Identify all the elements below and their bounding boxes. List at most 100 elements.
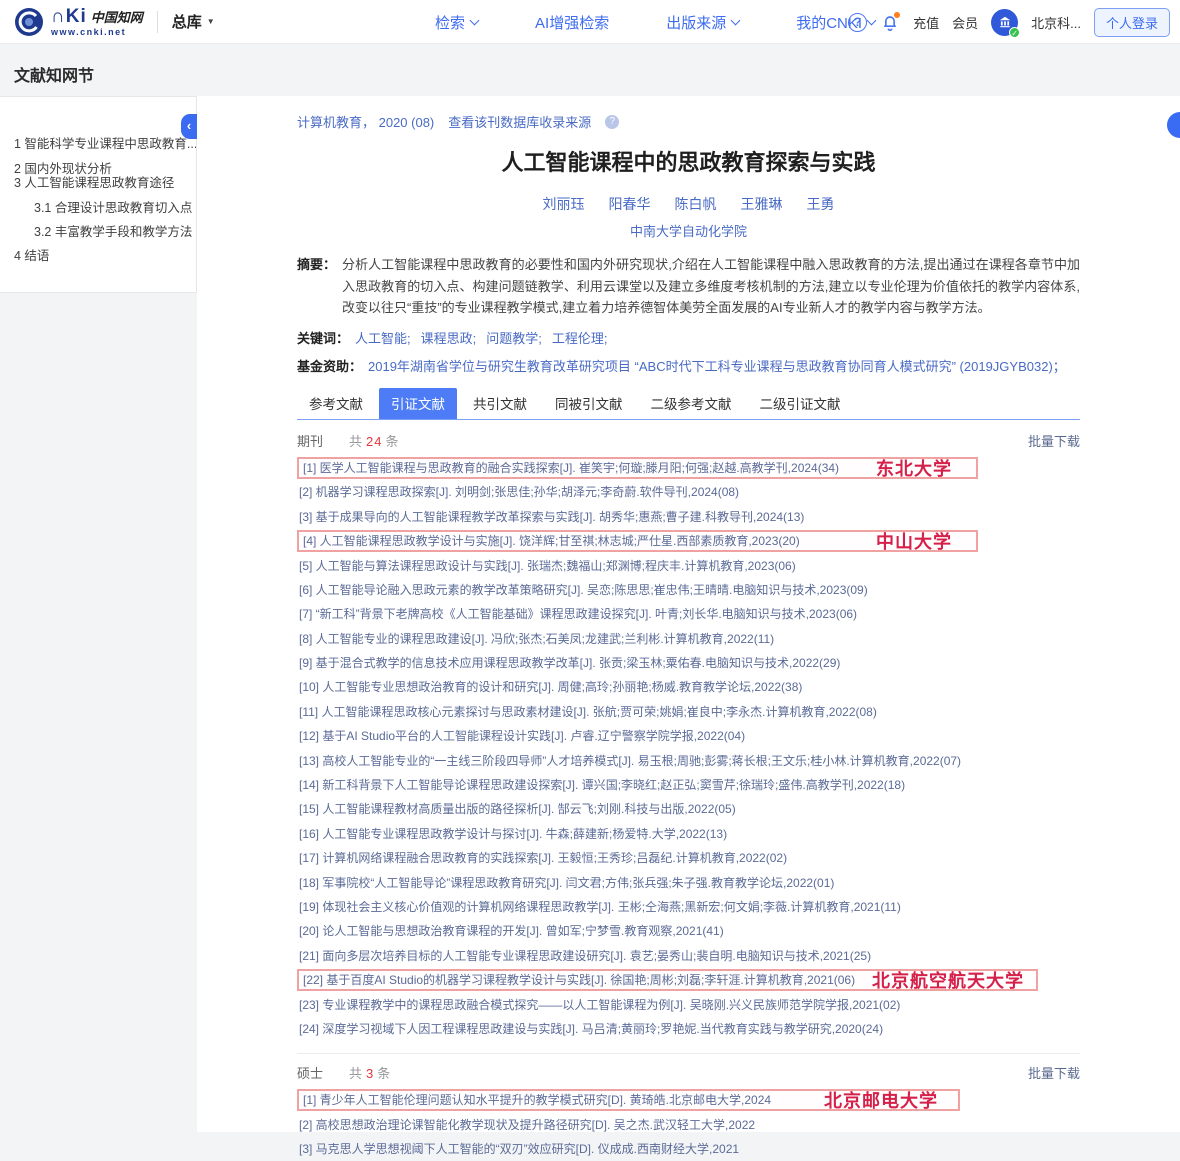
outline-item[interactable]: 2 国内外现状分析 bbox=[0, 162, 196, 176]
citation-text[interactable]: [8] 人工智能专业的课程思政建设[J]. 冯欣;张杰;石美凤;龙建武;兰利彬.… bbox=[299, 630, 774, 647]
citation-text[interactable]: [23] 专业课程教学中的课程思政融合模式探究——以人工智能课程为例[J]. 吴… bbox=[299, 996, 900, 1013]
citation-item[interactable]: [24] 深度学习视域下人因工程课程思政建设与实践[J]. 马吕清;黄丽玲;罗艳… bbox=[297, 1016, 1080, 1040]
citation-item[interactable]: [19] 体现社会主义核心价值观的计算机网络课程思政教学[J]. 王彬;仝海燕;… bbox=[297, 894, 1080, 918]
citation-item[interactable]: [9] 基于混合式教学的信息技术应用课程思政教学改革[J]. 张贡;梁玉林;粟佑… bbox=[297, 650, 1080, 674]
citation-item[interactable]: [6] 人工智能导论融入思政元素的教学改革策略研究[J]. 吴恋;陈思思;崔忠伟… bbox=[297, 577, 1080, 601]
keyword-link[interactable]: 问题教学; bbox=[486, 328, 542, 347]
count-number: 3 bbox=[366, 1066, 374, 1081]
citation-item[interactable]: [13] 高校人工智能专业的“一主线三阶段四导师”人才培养模式[J]. 易玉根;… bbox=[297, 748, 1080, 772]
citation-text[interactable]: [10] 人工智能专业思想政治教育的设计和研究[J]. 周健;高玲;孙丽艳;杨威… bbox=[299, 678, 802, 695]
outline-item[interactable]: 3.1 合理设计思政教育切入点 bbox=[0, 201, 196, 215]
journal-link[interactable]: 计算机教育， 2020 (08) bbox=[297, 112, 434, 131]
nav-menu-item[interactable]: 出版来源 bbox=[666, 12, 739, 33]
citation-item[interactable]: [20] 论人工智能与思想政治教育课程的开发[J]. 曾如军;宁梦雪.教育观察,… bbox=[297, 919, 1080, 943]
citation-item[interactable]: [2] 机器学习课程思政探索[J]. 刘明剑;张思佳;孙华;胡泽元;李奇蔚.软件… bbox=[297, 480, 1080, 504]
citation-item[interactable]: [1] 青少年人工智能伦理问题认知水平提升的教学模式研究[D]. 黄琦皓.北京邮… bbox=[297, 1089, 960, 1111]
citation-text[interactable]: [5] 人工智能与算法课程思政设计与实践[J]. 张瑞杰;魏福山;郑渊博;程庆丰… bbox=[299, 557, 796, 574]
citation-item[interactable]: [12] 基于AI Studio平台的人工智能课程设计实践[J]. 卢睿.辽宁警… bbox=[297, 724, 1080, 748]
author-link[interactable]: 王勇 bbox=[807, 194, 835, 214]
batch-download-link[interactable]: 批量下载 bbox=[1028, 431, 1080, 450]
outline-item[interactable]: 3.2 丰富教学手段和教学方法 bbox=[0, 225, 196, 239]
citation-text[interactable]: [2] 高校思想政治理论课智能化教学现状及提升路径研究[D]. 吴之杰.武汉轻工… bbox=[299, 1116, 755, 1133]
citation-item[interactable]: [11] 人工智能课程思政核心元素探讨与思政素材建设[J]. 张航;贾可荣;姚娟… bbox=[297, 699, 1080, 723]
citation-text[interactable]: [13] 高校人工智能专业的“一主线三阶段四导师”人才培养模式[J]. 易玉根;… bbox=[299, 752, 961, 769]
keyword-link[interactable]: 课程思政; bbox=[421, 328, 477, 347]
author-link[interactable]: 刘丽珏 bbox=[543, 194, 585, 214]
batch-download-link[interactable]: 批量下载 bbox=[1028, 1063, 1080, 1082]
citation-item[interactable]: [21] 面向多层次培养目标的人工智能专业课程思政建设研究[J]. 袁艺;晏秀山… bbox=[297, 943, 1080, 967]
citation-text[interactable]: [15] 人工智能课程教材高质量出版的路径探析[J]. 郜云飞;刘刚.科技与出版… bbox=[299, 800, 736, 817]
citation-tab[interactable]: 引证文献 bbox=[379, 388, 457, 419]
help-icon[interactable]: ? bbox=[848, 13, 867, 32]
citation-text[interactable]: [17] 计算机网络课程融合思政教育的实践探索[J]. 王毅恒;王秀珍;吕磊纪.… bbox=[299, 849, 787, 866]
citation-text[interactable]: [24] 深度学习视域下人因工程课程思政建设与实践[J]. 马吕清;黄丽玲;罗艳… bbox=[299, 1020, 883, 1037]
outline-item[interactable]: 4 结语 bbox=[0, 249, 196, 263]
citation-text[interactable]: [14] 新工科背景下人工智能导论课程思政建设探索[J]. 谭兴国;李晓红;赵正… bbox=[299, 776, 905, 793]
citation-text[interactable]: [3] 马克思人学思想视阈下人工智能的“双刃”效应研究[D]. 仪成成.西南财经… bbox=[299, 1140, 739, 1157]
brand-latin: ∩Ki bbox=[51, 7, 87, 26]
citation-item[interactable]: [7] “新工科”背景下老牌高校《人工智能基础》课程思政建设探究[J]. 叶青;… bbox=[297, 602, 1080, 626]
citation-tab[interactable]: 二级引证文献 bbox=[748, 388, 853, 419]
personal-login-button[interactable]: 个人登录 bbox=[1094, 8, 1170, 37]
citation-item[interactable]: [16] 人工智能专业课程思政教学设计与探讨[J]. 牛森;薛建新;杨爱特.大学… bbox=[297, 821, 1080, 845]
cnki-logo[interactable]: ∩Ki 中国知网 www.cnki.net bbox=[14, 7, 143, 37]
author-link[interactable]: 阳春华 bbox=[609, 194, 651, 214]
citation-text[interactable]: [21] 面向多层次培养目标的人工智能专业课程思政建设研究[J]. 袁艺;晏秀山… bbox=[299, 947, 871, 964]
citation-tab[interactable]: 共引文献 bbox=[461, 388, 539, 419]
outline-item[interactable]: 3 人工智能课程思政教育途径 bbox=[0, 176, 196, 190]
citation-item[interactable]: [3] 马克思人学思想视阈下人工智能的“双刃”效应研究[D]. 仪成成.西南财经… bbox=[297, 1136, 1080, 1160]
citation-item[interactable]: [14] 新工科背景下人工智能导论课程思政建设探索[J]. 谭兴国;李晓红;赵正… bbox=[297, 772, 1080, 796]
institution-avatar[interactable]: ✓ bbox=[991, 9, 1018, 36]
outline-item[interactable]: 1 智能科学专业课程中思政教育... bbox=[0, 137, 196, 151]
citation-text[interactable]: [18] 军事院校“人工智能导论”课程思政教育研究[J]. 闫文君;方伟;张兵强… bbox=[299, 874, 834, 891]
citation-text[interactable]: [2] 机器学习课程思政探索[J]. 刘明剑;张思佳;孙华;胡泽元;李奇蔚.软件… bbox=[299, 483, 739, 500]
citation-item[interactable]: [4] 人工智能课程思政教学设计与实施[J]. 饶洋辉;甘至祺;林志城;严仕星.… bbox=[297, 530, 978, 552]
citation-item[interactable]: [23] 专业课程教学中的课程思政融合模式探究——以人工智能课程为例[J]. 吴… bbox=[297, 992, 1080, 1016]
author-link[interactable]: 王雅琳 bbox=[741, 194, 783, 214]
citation-text[interactable]: [3] 基于成果导向的人工智能课程教学改革探索与实践[J]. 胡秀华;惠燕;曹子… bbox=[299, 508, 804, 525]
fund-link[interactable]: 2019年湖南省学位与研究生教育改革研究项目 “ABC时代下工科专业课程与思政教… bbox=[368, 356, 1066, 375]
citation-item[interactable]: [8] 人工智能专业的课程思政建设[J]. 冯欣;张杰;石美凤;龙建武;兰利彬.… bbox=[297, 626, 1080, 650]
citation-text[interactable]: [1] 医学人工智能课程与思政教育的融合实践探索[J]. 崔笑宇;何璇;滕月阳;… bbox=[303, 459, 839, 476]
citation-text[interactable]: [6] 人工智能导论融入思政元素的教学改革策略研究[J]. 吴恋;陈思思;崔忠伟… bbox=[299, 581, 868, 598]
sidebar-collapse-button[interactable]: ‹ bbox=[181, 114, 197, 139]
notification-bell-icon[interactable] bbox=[880, 12, 900, 32]
source-help-icon[interactable]: ? bbox=[605, 115, 619, 129]
citation-tab[interactable]: 参考文献 bbox=[297, 388, 375, 419]
citation-text[interactable]: [16] 人工智能专业课程思政教学设计与探讨[J]. 牛森;薛建新;杨爱特.大学… bbox=[299, 825, 727, 842]
citation-text[interactable]: [7] “新工科”背景下老牌高校《人工智能基础》课程思政建设探究[J]. 叶青;… bbox=[299, 605, 857, 622]
masters-section-header: 硕士 共3条 批量下载 bbox=[297, 1063, 1080, 1082]
affiliation-link[interactable]: 中南大学自动化学院 bbox=[297, 221, 1080, 240]
citation-tab[interactable]: 二级参考文献 bbox=[639, 388, 744, 419]
author-link[interactable]: 陈白帆 bbox=[675, 194, 717, 214]
citation-text[interactable]: [20] 论人工智能与思想政治教育课程的开发[J]. 曾如军;宁梦雪.教育观察,… bbox=[299, 922, 724, 939]
citation-text[interactable]: [1] 青少年人工智能伦理问题认知水平提升的教学模式研究[D]. 黄琦皓.北京邮… bbox=[303, 1091, 771, 1108]
keyword-link[interactable]: 人工智能; bbox=[355, 328, 411, 347]
citation-text[interactable]: [9] 基于混合式教学的信息技术应用课程思政教学改革[J]. 张贡;梁玉林;粟佑… bbox=[299, 654, 840, 671]
nav-menu-item[interactable]: AI增强检索 bbox=[535, 12, 609, 33]
citation-item[interactable]: [15] 人工智能课程教材高质量出版的路径探析[J]. 郜云飞;刘刚.科技与出版… bbox=[297, 797, 1080, 821]
citation-item[interactable]: [10] 人工智能专业思想政治教育的设计和研究[J]. 周健;高玲;孙丽艳;杨威… bbox=[297, 675, 1080, 699]
recharge-link[interactable]: 充值 bbox=[913, 13, 939, 32]
citation-item[interactable]: [18] 军事院校“人工智能导论”课程思政教育研究[J]. 闫文君;方伟;张兵强… bbox=[297, 870, 1080, 894]
institution-name[interactable]: 北京科... bbox=[1031, 13, 1081, 32]
citation-item[interactable]: [22] 基于百度AI Studio的机器学习课程教学设计与实践[J]. 徐国艳… bbox=[297, 969, 1038, 991]
citation-text[interactable]: [19] 体现社会主义核心价值观的计算机网络课程思政教学[J]. 王彬;仝海燕;… bbox=[299, 898, 901, 915]
cnki-globe-icon bbox=[14, 7, 44, 37]
citation-item[interactable]: [17] 计算机网络课程融合思政教育的实践探索[J]. 王毅恒;王秀珍;吕磊纪.… bbox=[297, 846, 1080, 870]
citation-item[interactable]: [5] 人工智能与算法课程思政设计与实践[J]. 张瑞杰;魏福山;郑渊博;程庆丰… bbox=[297, 553, 1080, 577]
library-dropdown[interactable]: 总库 ▼ bbox=[172, 11, 215, 32]
citation-text[interactable]: [11] 人工智能课程思政核心元素探讨与思政素材建设[J]. 张航;贾可荣;姚娟… bbox=[299, 703, 877, 720]
member-link[interactable]: 会员 bbox=[952, 13, 978, 32]
nav-menu-item[interactable]: 检索 bbox=[435, 12, 478, 33]
citation-item[interactable]: [1] 医学人工智能课程与思政教育的融合实践探索[J]. 崔笑宇;何璇;滕月阳;… bbox=[297, 457, 978, 479]
citation-text[interactable]: [12] 基于AI Studio平台的人工智能课程设计实践[J]. 卢睿.辽宁警… bbox=[299, 727, 745, 744]
citation-text[interactable]: [22] 基于百度AI Studio的机器学习课程教学设计与实践[J]. 徐国艳… bbox=[303, 971, 855, 988]
section-divider bbox=[297, 1053, 1080, 1054]
citation-tab[interactable]: 同被引文献 bbox=[543, 388, 635, 419]
citation-item[interactable]: [3] 基于成果导向的人工智能课程教学改革探索与实践[J]. 胡秀华;惠燕;曹子… bbox=[297, 504, 1080, 528]
citation-item[interactable]: [2] 高校思想政治理论课智能化教学现状及提升路径研究[D]. 吴之杰.武汉轻工… bbox=[297, 1112, 1080, 1136]
citation-text[interactable]: [4] 人工智能课程思政教学设计与实施[J]. 饶洋辉;甘至祺;林志城;严仕星.… bbox=[303, 532, 800, 549]
keyword-link[interactable]: 工程伦理; bbox=[552, 328, 608, 347]
source-database-link[interactable]: 查看该刊数据库收录来源 bbox=[448, 112, 591, 131]
